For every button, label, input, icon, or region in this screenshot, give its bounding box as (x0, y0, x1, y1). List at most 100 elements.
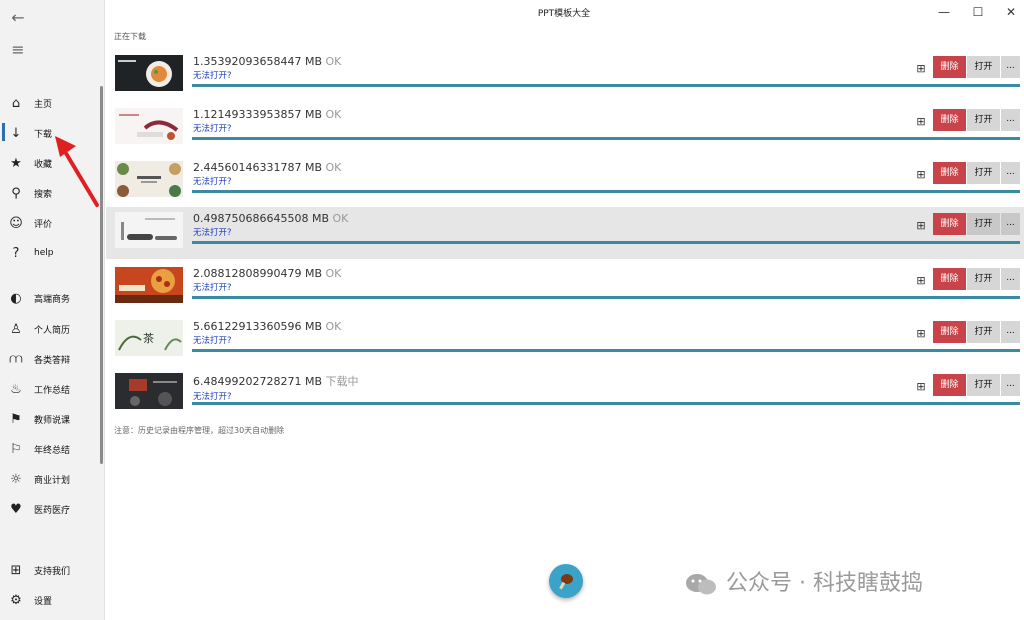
floating-action-button[interactable] (549, 564, 583, 598)
cannot-open-link[interactable]: 无法打开? (193, 390, 359, 402)
sidebar-item-search[interactable]: ⚲ 搜索 (0, 180, 100, 206)
open-button[interactable]: 打开 (967, 268, 1000, 290)
section-label: 正在下载 (114, 32, 146, 41)
file-size: 2.08812808990479 MB (193, 267, 323, 280)
delete-button[interactable]: 删除 (933, 162, 966, 184)
more-button[interactable]: ... (1001, 162, 1020, 184)
download-row[interactable]: 1.12149333953857 MB OK 无法打开? ⊞ 删除 打开 ... (106, 103, 1024, 155)
sidebar-item-label: 评价 (34, 219, 53, 230)
back-arrow-icon[interactable]: ← (10, 8, 26, 27)
download-row[interactable]: 6.48499202728271 MB 下载中 无法打开? ⊞ 删除 打开 ..… (106, 368, 1024, 420)
sidebar-item-label: 商业计划 (34, 475, 71, 486)
gift-icon[interactable]: ⊞ (914, 168, 928, 182)
sidebar-item-label: 搜索 (34, 189, 53, 200)
sidebar-item-label: 年终总结 (34, 445, 71, 456)
download-status: OK (325, 161, 342, 174)
sidebar-item-business[interactable]: ◐ 高端商务 (0, 285, 100, 311)
delete-button[interactable]: 删除 (933, 321, 966, 343)
cannot-open-link[interactable]: 无法打开? (193, 69, 341, 81)
more-button[interactable]: ... (1001, 213, 1020, 235)
file-size: 5.66122913360596 MB (193, 320, 323, 333)
download-status: OK (325, 320, 342, 333)
gift-icon[interactable]: ⊞ (914, 219, 928, 233)
window-title: PPT模板大全 (537, 9, 591, 19)
more-button[interactable]: ... (1001, 56, 1020, 78)
sidebar-item-support[interactable]: ⊞ 支持我们 (0, 557, 100, 583)
sidebar-item-year-end[interactable]: ⚐ 年终总结 (0, 436, 100, 462)
thumbnail-image (115, 373, 183, 409)
open-button[interactable]: 打开 (967, 162, 1000, 184)
more-button[interactable]: ... (1001, 109, 1020, 131)
download-row[interactable]: 2.44560146331787 MB OK 无法打开? ⊞ 删除 打开 ... (106, 156, 1024, 208)
thumbnail-image (115, 267, 183, 303)
gift-icon[interactable]: ⊞ (914, 62, 928, 76)
delete-button[interactable]: 删除 (933, 213, 966, 235)
more-button[interactable]: ... (1001, 321, 1020, 343)
sidebar-scrollbar[interactable] (100, 86, 103, 464)
download-status: OK (325, 55, 342, 68)
cannot-open-link[interactable]: 无法打开? (193, 175, 341, 187)
sidebar-item-label: help (34, 248, 54, 258)
delete-button[interactable]: 删除 (933, 56, 966, 78)
thumbnail-image (115, 108, 183, 144)
sidebar-item-work-summary[interactable]: ♨ 工作总结 (0, 376, 100, 402)
sidebar-item-favorites[interactable]: ★ 收藏 (0, 150, 100, 176)
sidebar-item-business-plan[interactable]: ☼ 商业计划 (0, 466, 100, 492)
file-size: 6.48499202728271 MB (193, 375, 323, 388)
teacher-icon: ⚑ (10, 411, 22, 427)
delete-button[interactable]: 删除 (933, 374, 966, 396)
business-icon: ◐ (10, 290, 22, 306)
chart-icon: ⩋ (9, 351, 23, 367)
flag-icon: ⚐ (10, 441, 22, 457)
download-row[interactable]: 茶 5.66122913360596 MB OK 无法打开? ⊞ 删除 打开 .… (106, 315, 1024, 367)
history-note: 注意：历史记录由程序管理，超过30天自动删除 (114, 426, 285, 435)
home-icon: ⌂ (11, 95, 21, 111)
close-button[interactable]: ✕ (997, 3, 1024, 21)
cannot-open-link[interactable]: 无法打开? (193, 226, 348, 238)
open-button[interactable]: 打开 (967, 213, 1000, 235)
download-row-selected[interactable]: 0.498750686645508 MB OK 无法打开? ⊞ 删除 打开 ..… (106, 207, 1024, 259)
maximize-button[interactable]: ☐ (964, 3, 992, 21)
download-row[interactable]: 1.35392093658447 MB OK 无法打开? ⊞ 删除 打开 ... (106, 50, 1024, 102)
open-button[interactable]: 打开 (967, 321, 1000, 343)
gift-icon[interactable]: ⊞ (914, 115, 928, 129)
sidebar-item-review[interactable]: ☺ 评价 (0, 210, 100, 236)
cannot-open-link[interactable]: 无法打开? (193, 122, 341, 134)
thumbnail-image (115, 55, 183, 91)
sidebar-item-resume[interactable]: ♙ 个人简历 (0, 316, 100, 342)
sidebar-item-label: 支持我们 (34, 566, 71, 577)
sidebar-item-teacher[interactable]: ⚑ 教师说课 (0, 406, 100, 432)
gift-icon[interactable]: ⊞ (914, 380, 928, 394)
work-icon: ♨ (10, 381, 22, 397)
gift-icon: ⊞ (10, 562, 22, 578)
minimize-button[interactable]: — (930, 3, 958, 21)
file-size: 1.35392093658447 MB (193, 55, 323, 68)
thumbnail-image (115, 212, 183, 248)
sidebar-item-home[interactable]: ⌂ 主页 (0, 90, 100, 116)
svg-text:茶: 茶 (143, 332, 154, 345)
delete-button[interactable]: 删除 (933, 268, 966, 290)
open-button[interactable]: 打开 (967, 374, 1000, 396)
delete-button[interactable]: 删除 (933, 109, 966, 131)
sidebar-item-help[interactable]: ? help (0, 240, 100, 266)
sidebar-item-label: 工作总结 (34, 385, 71, 396)
more-button[interactable]: ... (1001, 268, 1020, 290)
download-icon: ↓ (10, 125, 22, 141)
thumbnail-image (115, 161, 183, 197)
cannot-open-link[interactable]: 无法打开? (193, 281, 341, 293)
search-icon: ⚲ (11, 185, 21, 201)
open-button[interactable]: 打开 (967, 56, 1000, 78)
sidebar-item-defense[interactable]: ⩋ 各类答辩 (0, 346, 100, 372)
hamburger-menu-icon[interactable]: ≡ (10, 40, 26, 59)
file-size: 2.44560146331787 MB (193, 161, 323, 174)
gift-icon[interactable]: ⊞ (914, 327, 928, 341)
open-button[interactable]: 打开 (967, 109, 1000, 131)
sidebar-item-settings[interactable]: ⚙ 设置 (0, 587, 100, 613)
sidebar-item-medical[interactable]: ♥ 医药医疗 (0, 496, 100, 522)
download-status: OK (332, 212, 349, 225)
cannot-open-link[interactable]: 无法打开? (193, 334, 341, 346)
download-row[interactable]: 2.08812808990479 MB OK 无法打开? ⊞ 删除 打开 ... (106, 262, 1024, 314)
more-button[interactable]: ... (1001, 374, 1020, 396)
sidebar-item-download[interactable]: ↓ 下载 (0, 120, 100, 146)
gift-icon[interactable]: ⊞ (914, 274, 928, 288)
